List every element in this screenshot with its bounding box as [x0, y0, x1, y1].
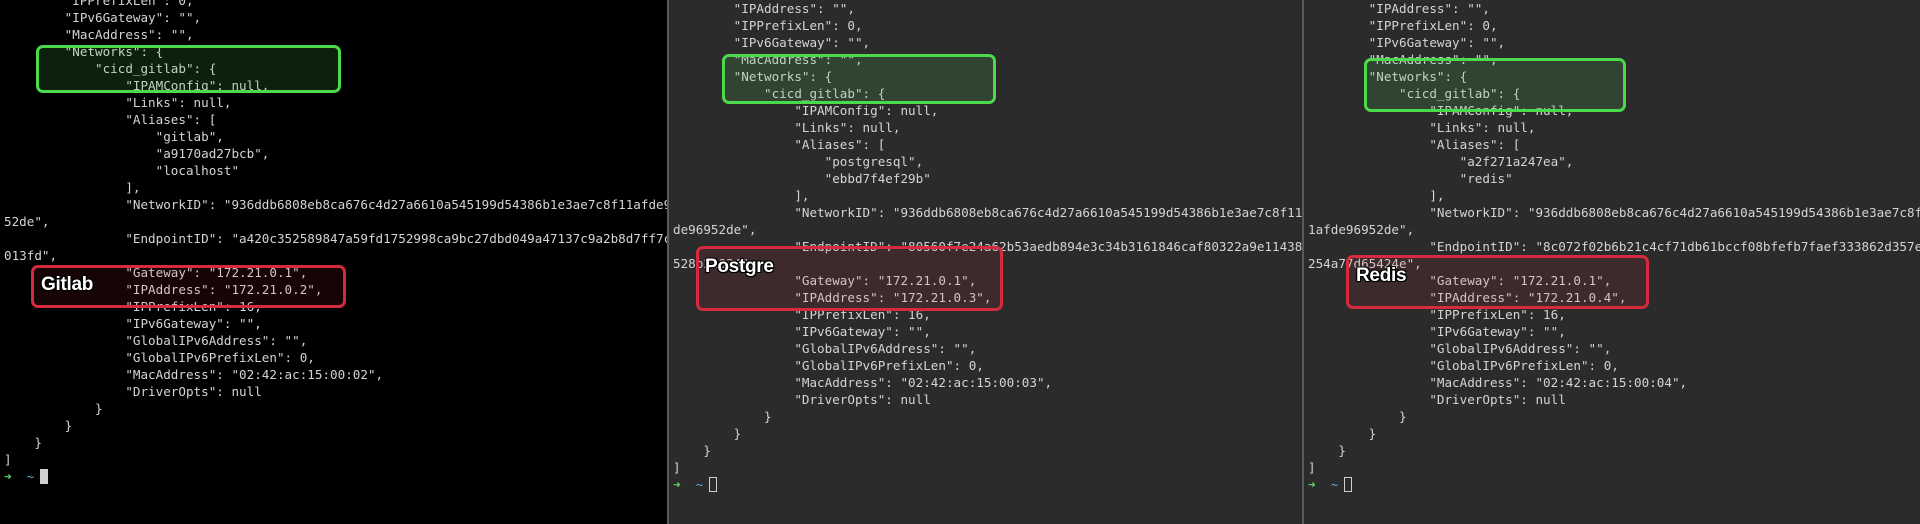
terminal-line: "IPPrefixLen": 0, — [1308, 18, 1498, 33]
prompt-directory: ~ — [26, 469, 35, 484]
terminal-line: "IPv6Gateway": "", — [673, 324, 931, 339]
networks-highlight-box — [1364, 58, 1626, 112]
prompt-arrow-icon: ➜ — [673, 477, 681, 492]
terminal-line: "IPPrefixLen": 0, — [4, 0, 194, 8]
networks-highlight-box — [36, 45, 341, 93]
shell-prompt[interactable]: ➜ ~ — [673, 476, 1302, 493]
terminal-line: "GlobalIPv6PrefixLen": 0, — [1308, 358, 1619, 373]
prompt-arrow-icon: ➜ — [4, 469, 12, 484]
text-cursor — [40, 469, 49, 484]
terminal-line: ] — [1308, 460, 1316, 475]
terminal-line: 013fd", — [4, 248, 58, 263]
terminal-line: de96952de", — [673, 222, 757, 237]
terminal-line: "gitlab", — [4, 129, 224, 144]
terminal-line: "DriverOpts": null — [673, 392, 931, 407]
prompt-directory: ~ — [1330, 477, 1339, 492]
terminal-line: "Links": null, — [1308, 120, 1536, 135]
terminal-line: "Aliases": [ — [673, 137, 886, 152]
terminal-line: "a9170ad27bcb", — [4, 146, 270, 161]
terminal-pane-postgre[interactable]: "IPAddress": "", "IPPrefixLen": 0, "IPv6… — [669, 0, 1302, 524]
terminal-line: "MacAddress": "02:42:ac:15:00:03", — [673, 375, 1053, 390]
terminal-line: ] — [4, 452, 12, 467]
terminal-line: "IPAddress": "", — [673, 1, 855, 16]
terminal-pane-redis[interactable]: "IPAddress": "", "IPPrefixLen": 0, "IPv6… — [1304, 0, 1920, 524]
terminal-line: "MacAddress": "02:42:ac:15:00:04", — [1308, 375, 1688, 390]
terminal-line: "GlobalIPv6Address": "", — [4, 333, 308, 348]
terminal-line: "GlobalIPv6PrefixLen": 0, — [4, 350, 315, 365]
terminal-line: } — [673, 426, 742, 441]
terminal-line: } — [1308, 409, 1407, 424]
terminal-line: ] — [673, 460, 681, 475]
terminal-line: "EndpointID": "a420c352589847a59fd175299… — [4, 231, 667, 246]
terminal-line: ], — [673, 188, 810, 203]
container-label: Redis — [1356, 265, 1407, 286]
prompt-directory: ~ — [695, 477, 704, 492]
terminal-line: "GlobalIPv6Address": "", — [673, 341, 977, 356]
terminal-line: } — [673, 443, 711, 458]
terminal-line: } — [1308, 426, 1377, 441]
container-label: Postgre — [705, 256, 774, 277]
terminal-line: "IPPrefixLen": 0, — [673, 18, 863, 33]
container-label: Gitlab — [41, 274, 94, 295]
terminal-line: "MacAddress": "02:42:ac:15:00:02", — [4, 367, 384, 382]
text-cursor — [1344, 477, 1353, 492]
terminal-line: "DriverOpts": null — [1308, 392, 1566, 407]
terminal-line: } — [4, 401, 103, 416]
terminal-line: "Aliases": [ — [4, 112, 217, 127]
terminal-line: "IPAddress": "", — [1308, 1, 1490, 16]
terminal-line: } — [4, 418, 73, 433]
networks-highlight-box — [722, 54, 996, 104]
terminal-line: ], — [1308, 188, 1445, 203]
terminal-line: } — [1308, 443, 1346, 458]
prompt-arrow-icon: ➜ — [1308, 477, 1316, 492]
terminal-line: "NetworkID": "936ddb6808eb8ca676c4d27a66… — [673, 205, 1302, 220]
terminal-line: "NetworkID": "936ddb6808eb8ca676c4d27a66… — [4, 197, 667, 212]
shell-prompt[interactable]: ➜ ~ — [1308, 476, 1920, 493]
terminal-line: "IPv6Gateway": "", — [4, 10, 202, 25]
terminal-line: "GlobalIPv6PrefixLen": 0, — [673, 358, 984, 373]
terminal-line: "postgresql", — [673, 154, 924, 169]
terminal-line: "IPv6Gateway": "", — [1308, 35, 1506, 50]
terminal-line: } — [4, 435, 42, 450]
terminal-pane-gitlab[interactable]: "IPPrefixLen": 0, "IPv6Gateway": "", "Ma… — [0, 0, 667, 524]
terminal-line: "MacAddress": "", — [4, 27, 194, 42]
terminal-line: 1afde96952de", — [1308, 222, 1415, 237]
terminal-line: ], — [4, 180, 141, 195]
terminal-line: "localhost" — [4, 163, 240, 178]
terminal-line: "IPv6Gateway": "", — [673, 35, 871, 50]
terminal-line: "ebbd7f4ef29b" — [673, 171, 931, 186]
terminal-line: "EndpointID": "8c072f02b6b21c4cf71db61bc… — [1308, 239, 1920, 254]
terminal-line: "IPv6Gateway": "", — [1308, 324, 1566, 339]
text-cursor — [709, 477, 718, 492]
shell-prompt[interactable]: ➜ ~ — [4, 468, 667, 485]
terminal-line: } — [673, 409, 772, 424]
terminal-line: "NetworkID": "936ddb6808eb8ca676c4d27a66… — [1308, 205, 1920, 220]
terminal-line: "GlobalIPv6Address": "", — [1308, 341, 1612, 356]
terminal-line: 52de", — [4, 214, 50, 229]
terminal-line: "Links": null, — [4, 95, 232, 110]
terminal-line: "IPAMConfig": null, — [673, 103, 939, 118]
terminal-line: "IPv6Gateway": "", — [4, 316, 262, 331]
terminal-line: "Aliases": [ — [1308, 137, 1521, 152]
terminal-line: "redis" — [1308, 171, 1513, 186]
terminal-line: "Links": null, — [673, 120, 901, 135]
terminal-line: "a2f271a247ea", — [1308, 154, 1574, 169]
terminal-line: "DriverOpts": null — [4, 384, 262, 399]
